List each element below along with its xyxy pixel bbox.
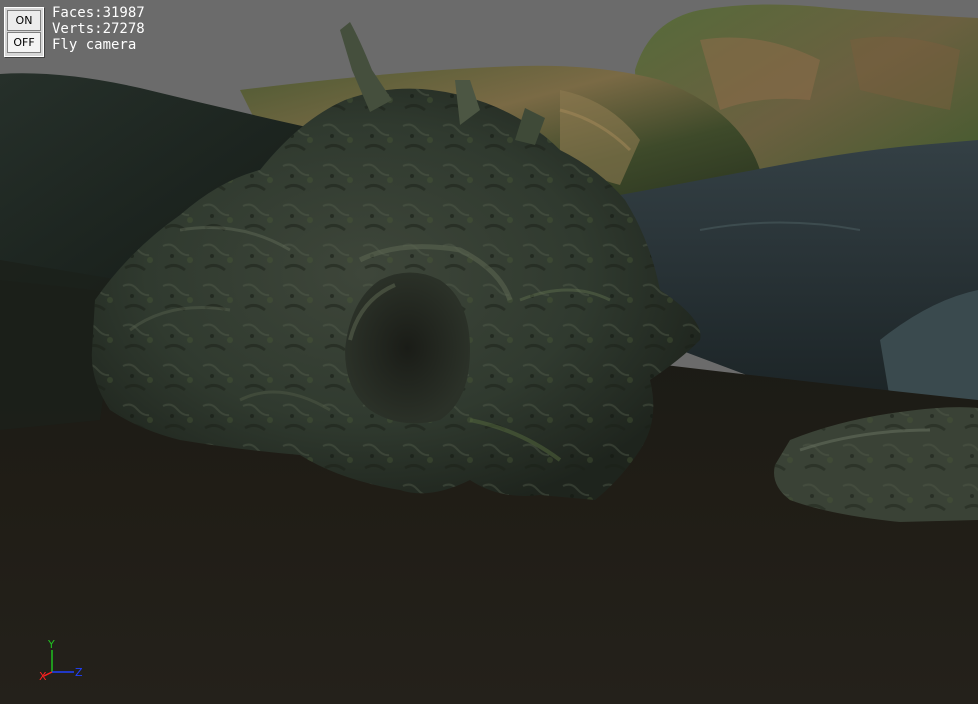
off-button[interactable]: OFF — [7, 32, 41, 53]
verts-count: Verts:27278 — [52, 21, 145, 37]
3d-viewport[interactable]: ON OFF Faces:31987 Verts:27278 Fly camer… — [0, 0, 978, 704]
axis-gizmo-icon: Y Z X — [39, 638, 83, 682]
on-off-toggle-panel: ON OFF — [4, 7, 44, 57]
stats-overlay: Faces:31987 Verts:27278 Fly camera — [52, 5, 145, 53]
on-button[interactable]: ON — [7, 10, 41, 31]
axis-x-label: X — [39, 670, 47, 682]
faces-count: Faces:31987 — [52, 5, 145, 21]
axis-z-label: Z — [75, 666, 83, 679]
axis-y-label: Y — [47, 638, 55, 651]
terrain-scene — [0, 0, 978, 704]
camera-mode: Fly camera — [52, 37, 137, 53]
